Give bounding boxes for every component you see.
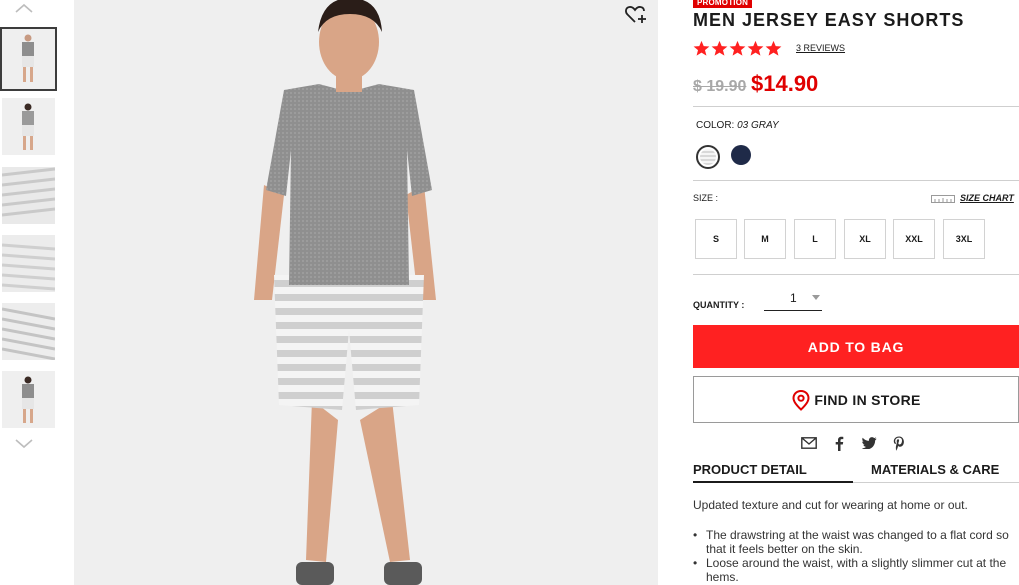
divider (693, 106, 1019, 107)
size-option-m[interactable]: M (744, 219, 786, 259)
size-option-3xl[interactable]: 3XL (943, 219, 985, 259)
size-option-xl[interactable]: XL (844, 219, 886, 259)
thumbnail-fabric-detail[interactable] (2, 167, 55, 224)
reviews-link[interactable]: 3 REVIEWS (796, 43, 845, 53)
thumbnails-down-arrow-icon[interactable] (12, 437, 36, 451)
promotion-badge: PROMOTION (693, 0, 753, 8)
thumbnail-pocket-detail[interactable] (2, 235, 55, 292)
main-product-image (74, 0, 658, 585)
pinterest-icon[interactable] (891, 435, 907, 451)
facebook-icon[interactable] (831, 435, 847, 451)
quantity-select[interactable]: 1 (764, 286, 822, 311)
star-icon (765, 40, 782, 56)
size-label: SIZE : (693, 193, 719, 203)
ruler-icon (931, 194, 955, 203)
thumbnail-full-body[interactable] (2, 371, 55, 428)
product-title: MEN JERSEY EASY SHORTS (693, 10, 965, 30)
product-description: Updated texture and cut for wearing at h… (693, 498, 968, 512)
thumbnails-up-arrow-icon[interactable] (12, 1, 36, 15)
feature-item: Loose around the waist, with a slightly … (693, 556, 1019, 584)
feature-item: The drawstring at the waist was changed … (693, 528, 1019, 556)
mail-icon[interactable] (801, 435, 817, 451)
divider (693, 180, 1019, 181)
size-chart-label: SIZE CHART (960, 193, 1014, 203)
rating-stars (693, 40, 782, 57)
color-label: COLOR: 03 GRAY (696, 120, 779, 131)
tab-materials-care[interactable]: MATERIALS & CARE (871, 462, 999, 477)
quantity-label: QUANTITY : (693, 300, 745, 310)
thumbnail-column (0, 0, 58, 585)
feature-list: The drawstring at the waist was changed … (693, 528, 1019, 584)
share-icons (801, 435, 907, 451)
chevron-down-icon (812, 295, 820, 300)
size-option-xxl[interactable]: XXL (893, 219, 935, 259)
star-icon (747, 40, 764, 56)
location-pin-icon (792, 389, 810, 411)
tab-divider-line (853, 482, 1019, 483)
size-chart-link[interactable]: SIZE CHART (931, 193, 1014, 203)
quantity-value: 1 (790, 291, 797, 305)
star-icon (711, 40, 728, 56)
size-option-s[interactable]: S (695, 219, 737, 259)
wishlist-heart-icon[interactable] (624, 2, 648, 26)
sale-price: $14.90 (751, 71, 819, 96)
tab-product-detail[interactable]: PRODUCT DETAIL (693, 462, 807, 477)
find-in-store-label: FIND IN STORE (814, 391, 921, 408)
divider (693, 274, 1019, 275)
twitter-icon[interactable] (861, 435, 877, 451)
add-to-bag-button[interactable]: ADD TO BAG (693, 325, 1019, 368)
color-label-text: COLOR: (696, 120, 735, 131)
active-tab-indicator (693, 481, 853, 483)
color-selected-value: 03 GRAY (737, 120, 779, 131)
star-icon (693, 40, 710, 56)
find-in-store-button[interactable]: FIND IN STORE (693, 376, 1019, 423)
thumbnail-front-view[interactable] (0, 27, 57, 91)
thumbnail-back-view[interactable] (2, 98, 55, 155)
color-swatch-navy[interactable] (731, 145, 751, 165)
thumbnail-stripe-detail[interactable] (2, 303, 55, 360)
original-price: $ 19.90 (693, 78, 747, 95)
star-icon (729, 40, 746, 56)
color-swatch-gray[interactable] (696, 145, 720, 169)
size-option-l[interactable]: L (794, 219, 836, 259)
